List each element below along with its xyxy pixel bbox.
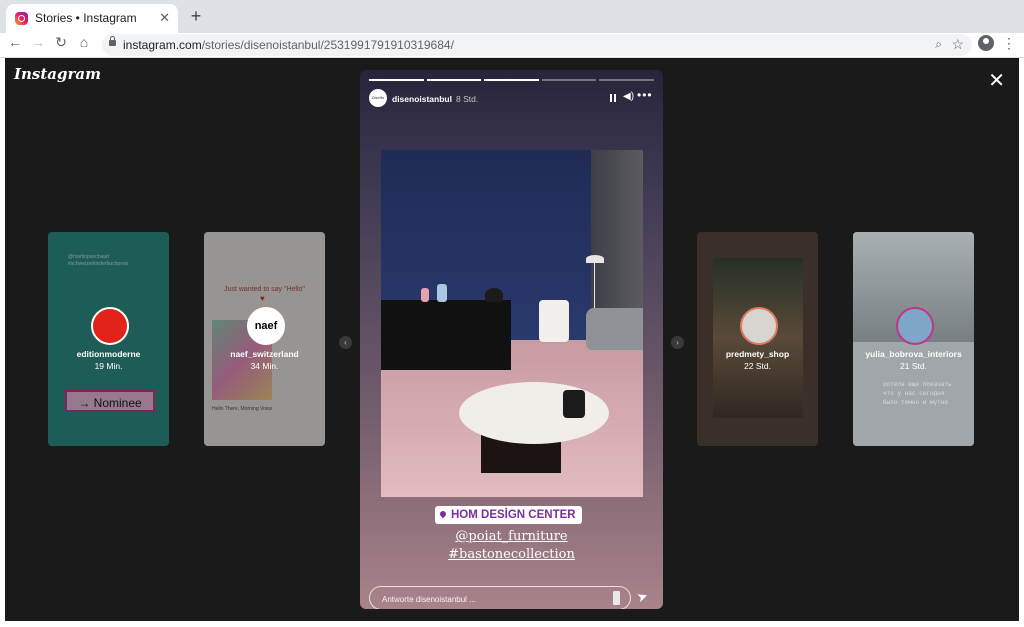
previous-story-arrow[interactable]: ‹	[339, 336, 352, 349]
url-text[interactable]: instagram.com/stories/disenoistanbul/253…	[123, 38, 454, 52]
progress-segment	[484, 79, 539, 81]
next-story-arrow[interactable]: ›	[671, 336, 684, 349]
home-button[interactable]: ⌂	[75, 34, 93, 50]
more-options-icon[interactable]: •••	[637, 88, 653, 102]
tab-bar: Stories • Instagram ✕ +	[0, 0, 1024, 33]
instagram-logo[interactable]: Instagram	[14, 65, 101, 83]
preview-time: 34 Min.	[250, 361, 279, 371]
pause-icon[interactable]	[610, 94, 616, 102]
tab-title: Stories • Instagram	[35, 11, 137, 25]
story-preview-predmety[interactable]: predmety_shop 22 Std.	[697, 232, 818, 446]
new-tab-button[interactable]: +	[186, 6, 206, 27]
avatar-logo-text: naef	[254, 320, 278, 332]
url-domain: instagram.com	[123, 38, 202, 52]
progress-segment	[541, 79, 597, 81]
zoom-icon[interactable]: ⌕	[935, 37, 942, 52]
back-button[interactable]: ←	[6, 34, 24, 50]
story-username[interactable]: disenoistanbul	[392, 94, 452, 104]
hashtag-link[interactable]: #bastonecollection	[360, 547, 663, 562]
url-path: /stories/disenoistanbul/2531991791910319…	[201, 38, 454, 52]
location-sticker[interactable]: HOM DESİGN CENTER	[435, 506, 582, 524]
preview-time: 19 Min.	[94, 361, 123, 371]
avatar[interactable]: Diseño	[369, 89, 387, 107]
progress-segment	[426, 79, 482, 81]
story-preview-yulia[interactable]: хотела еще показать что у нас сегодня бы…	[853, 232, 974, 446]
lock-icon[interactable]	[109, 36, 116, 46]
progress-segment	[599, 79, 654, 81]
browser-tab[interactable]: Stories • Instagram ✕	[6, 4, 178, 33]
send-icon[interactable]: ➤	[635, 588, 651, 607]
story-progress	[369, 79, 654, 81]
preview-time: 22 Std.	[744, 361, 771, 371]
story-time: 8 Std.	[456, 94, 479, 104]
reload-button[interactable]: ↻	[52, 34, 70, 51]
avatar	[740, 307, 778, 345]
preview-username: editionmoderne	[76, 349, 141, 359]
preview-time: 21 Std.	[900, 361, 927, 371]
active-story[interactable]: Diseño disenoistanbul 8 Std. ◀) ••• HOM …	[360, 70, 663, 609]
forward-button[interactable]: →	[29, 34, 47, 50]
profile-icon[interactable]	[978, 35, 994, 51]
avatar	[896, 307, 934, 345]
close-viewer-icon[interactable]: ✕	[988, 68, 1005, 93]
nav-bar: ← → ↻ ⌂ instagram.com/stories/disenoista…	[0, 33, 1024, 58]
preview-username: yulia_bobrova_interiors	[865, 349, 962, 359]
mention-link[interactable]: @poiat_furniture	[360, 529, 663, 544]
mute-icon[interactable]: ◀)	[623, 91, 634, 102]
browser-menu-icon[interactable]: ⋮	[1002, 35, 1016, 52]
address-bar[interactable]: instagram.com/stories/disenoistanbul/253…	[102, 34, 972, 56]
location-label: HOM DESİGN CENTER	[451, 509, 576, 521]
stories-viewer: Instagram ✕ @martinpanchaud #schweizerki…	[5, 58, 1019, 621]
preview-username: naef_switzerland	[230, 349, 299, 359]
progress-segment	[369, 79, 424, 81]
story-preview-editionmoderne[interactable]: @martinpanchaud #schweizerkinderbuchprei…	[48, 232, 169, 446]
bookmark-star-icon[interactable]: ☆	[951, 36, 964, 53]
story-preview-naef[interactable]: Just wanted to say "Hello" ♥ Hello There…	[204, 232, 325, 446]
instagram-favicon-icon	[15, 12, 28, 25]
avatar: naef	[247, 307, 285, 345]
location-pin-icon	[438, 509, 448, 519]
reply-field[interactable]	[369, 586, 631, 609]
preview-username: predmety_shop	[725, 349, 790, 359]
text-cursor-icon	[613, 591, 620, 605]
avatar	[91, 307, 129, 345]
tab-close-icon[interactable]: ✕	[159, 10, 170, 26]
story-photo	[381, 150, 643, 497]
reply-input[interactable]	[380, 591, 604, 607]
